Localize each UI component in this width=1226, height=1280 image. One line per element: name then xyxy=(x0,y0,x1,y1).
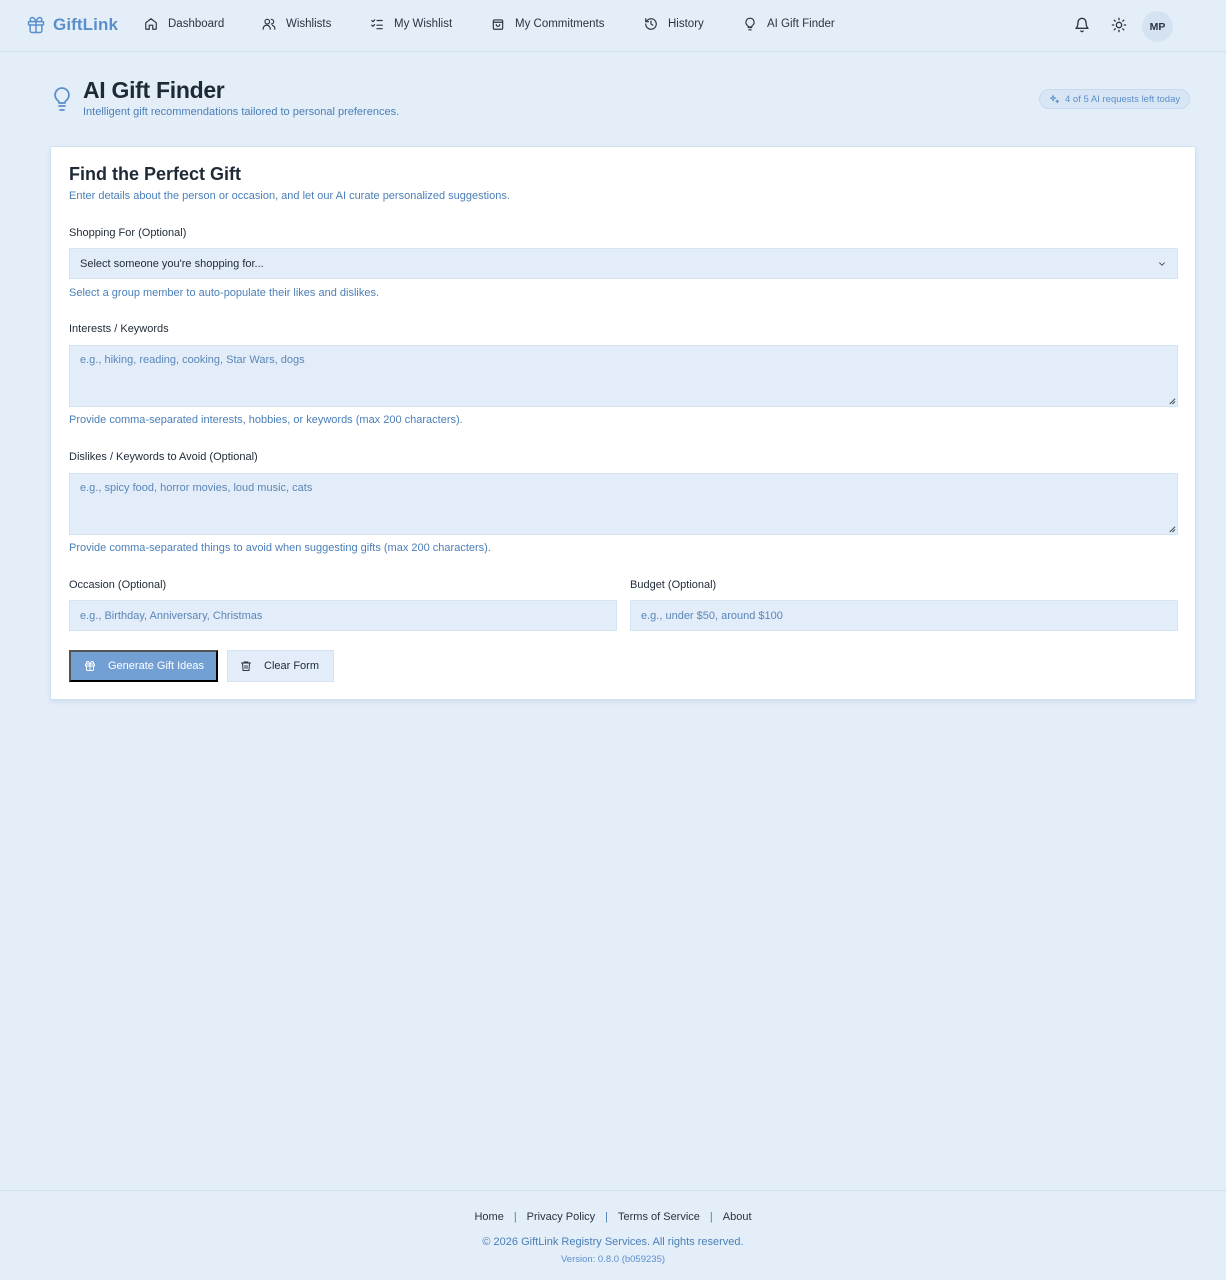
version-text: Version: 0.8.0 (b059235) xyxy=(560,1254,666,1265)
dislikes-textarea[interactable]: e.g., spicy food, horror movies, loud mu… xyxy=(69,473,1178,535)
page-footer: Home | Privacy Policy | Terms of Service… xyxy=(0,1190,1226,1280)
occasion-input[interactable]: e.g., Birthday, Anniversary, Christmas xyxy=(69,600,617,631)
budget-label: Budget (Optional) xyxy=(630,579,717,591)
resize-handle-icon[interactable] xyxy=(1167,524,1176,533)
user-avatar[interactable]: MP xyxy=(1142,11,1173,42)
dislikes-label: Dislikes / Keywords to Avoid (Optional) xyxy=(69,451,258,463)
interests-textarea[interactable]: e.g., hiking, reading, cooking, Star War… xyxy=(69,345,1178,407)
footer-separator: | xyxy=(605,1211,608,1223)
nav-my-wishlist[interactable]: My Wishlist xyxy=(370,17,452,31)
footer-link-privacy[interactable]: Privacy Policy xyxy=(527,1211,595,1223)
resize-handle-icon[interactable] xyxy=(1167,396,1176,405)
nav-dashboard[interactable]: Dashboard xyxy=(144,17,224,31)
budget-placeholder: e.g., under $50, around $100 xyxy=(641,609,783,622)
nav-wishlists[interactable]: Wishlists xyxy=(262,17,331,31)
shopping-for-select[interactable]: Select someone you're shopping for... xyxy=(69,248,1178,279)
page-subtitle: Intelligent gift recommendations tailore… xyxy=(83,106,400,118)
history-icon xyxy=(645,18,657,30)
nav-ai-gift-finder-label: AI Gift Finder xyxy=(767,18,835,30)
occasion-label: Occasion (Optional) xyxy=(69,579,167,591)
shopping-for-selected: Select someone you're shopping for... xyxy=(80,257,264,270)
chevron-down-icon xyxy=(1159,262,1165,266)
interests-hint: Provide comma-separated interests, hobbi… xyxy=(69,414,463,426)
interests-placeholder: e.g., hiking, reading, cooking, Star War… xyxy=(80,354,305,366)
budget-input[interactable]: e.g., under $50, around $100 xyxy=(630,600,1178,631)
interests-label: Interests / Keywords xyxy=(69,323,169,335)
footer-separator: | xyxy=(513,1211,517,1223)
generate-gift-ideas-button[interactable]: Generate Gift Ideas xyxy=(69,650,218,682)
shopping-bag-icon xyxy=(492,19,504,30)
clear-button-label: Clear Form xyxy=(264,660,320,672)
gift-icon xyxy=(27,16,45,34)
home-icon xyxy=(145,18,157,30)
shopping-for-hint: Select a group member to auto-populate t… xyxy=(69,287,380,299)
nav-history-label: History xyxy=(668,18,704,30)
form-description: Enter details about the person or occasi… xyxy=(69,190,510,202)
nav-wishlists-label: Wishlists xyxy=(286,18,332,30)
ai-quota-badge: 4 of 5 AI requests left today xyxy=(1039,89,1191,109)
footer-separator: | xyxy=(709,1211,713,1223)
nav-my-commitments[interactable]: My Commitments xyxy=(491,17,604,31)
footer-link-terms[interactable]: Terms of Service xyxy=(618,1211,700,1223)
occasion-placeholder: e.g., Birthday, Anniversary, Christmas xyxy=(80,609,263,622)
brand-name: GiftLink xyxy=(53,15,119,34)
dislikes-hint: Provide comma-separated things to avoid … xyxy=(69,542,491,554)
sparkles-icon xyxy=(1049,94,1060,103)
trash-icon xyxy=(241,661,251,671)
lightbulb-icon xyxy=(745,17,755,31)
list-check-icon xyxy=(371,19,383,30)
shopping-for-label: Shopping For (Optional) xyxy=(69,227,187,239)
gift-icon xyxy=(85,661,95,671)
clear-form-button[interactable]: Clear Form xyxy=(227,650,334,682)
nav-history[interactable]: History xyxy=(644,17,704,31)
footer-links: Home | Privacy Policy | Terms of Service… xyxy=(0,1211,1226,1223)
bell-icon[interactable] xyxy=(1074,17,1090,33)
top-navbar: GiftLink Dashboard Wishlists My Wishlist… xyxy=(0,0,1226,52)
copyright-text: © 2026 GiftLink Registry Services. All r… xyxy=(482,1236,744,1248)
nav-my-wishlist-label: My Wishlist xyxy=(394,18,453,30)
lightbulb-icon xyxy=(54,87,70,111)
ai-quota-text: 4 of 5 AI requests left today xyxy=(1065,93,1181,105)
generate-button-label: Generate Gift Ideas xyxy=(108,660,204,672)
footer-link-about[interactable]: About xyxy=(723,1211,752,1223)
nav-my-commitments-label: My Commitments xyxy=(515,18,605,30)
dislikes-placeholder: e.g., spicy food, horror movies, loud mu… xyxy=(80,482,313,494)
gift-finder-card: Find the Perfect Gift Enter details abou… xyxy=(50,146,1196,700)
page-title: AI Gift Finder xyxy=(83,77,225,103)
footer-link-home[interactable]: Home xyxy=(474,1211,503,1223)
sun-icon[interactable] xyxy=(1111,17,1127,33)
form-title: Find the Perfect Gift xyxy=(69,164,242,184)
users-icon xyxy=(262,18,276,30)
nav-dashboard-label: Dashboard xyxy=(168,18,225,30)
brand-logo[interactable]: GiftLink xyxy=(26,15,118,35)
nav-ai-gift-finder[interactable]: AI Gift Finder xyxy=(743,17,835,31)
